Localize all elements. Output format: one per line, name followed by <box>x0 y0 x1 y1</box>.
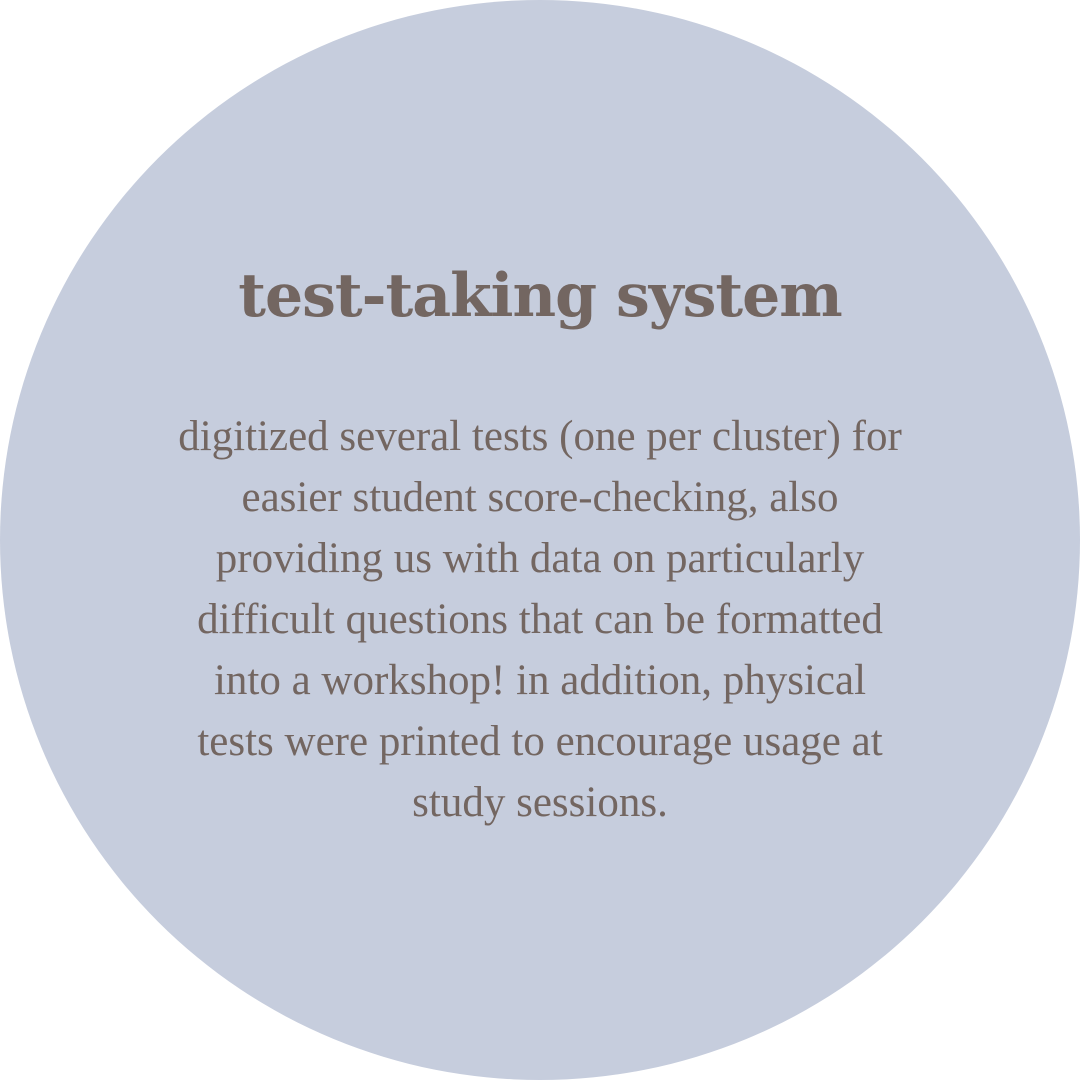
description-line: difficult questions that can be formatte… <box>197 596 883 643</box>
card-title: test-taking system <box>238 261 843 331</box>
canvas: test-taking system digitized several tes… <box>0 0 1080 1080</box>
description-line: tests were printed to encourage usage at <box>197 718 883 765</box>
description-line: into a workshop! in addition, physical <box>213 657 867 704</box>
description-line: study sessions. <box>412 779 668 826</box>
description-line: easier student score-checking, also <box>241 474 839 521</box>
card-description: digitized several tests (one per cluster… <box>100 406 980 833</box>
description-line: providing us with data on particularly <box>215 535 865 582</box>
description-line: digitized several tests (one per cluster… <box>178 413 902 460</box>
